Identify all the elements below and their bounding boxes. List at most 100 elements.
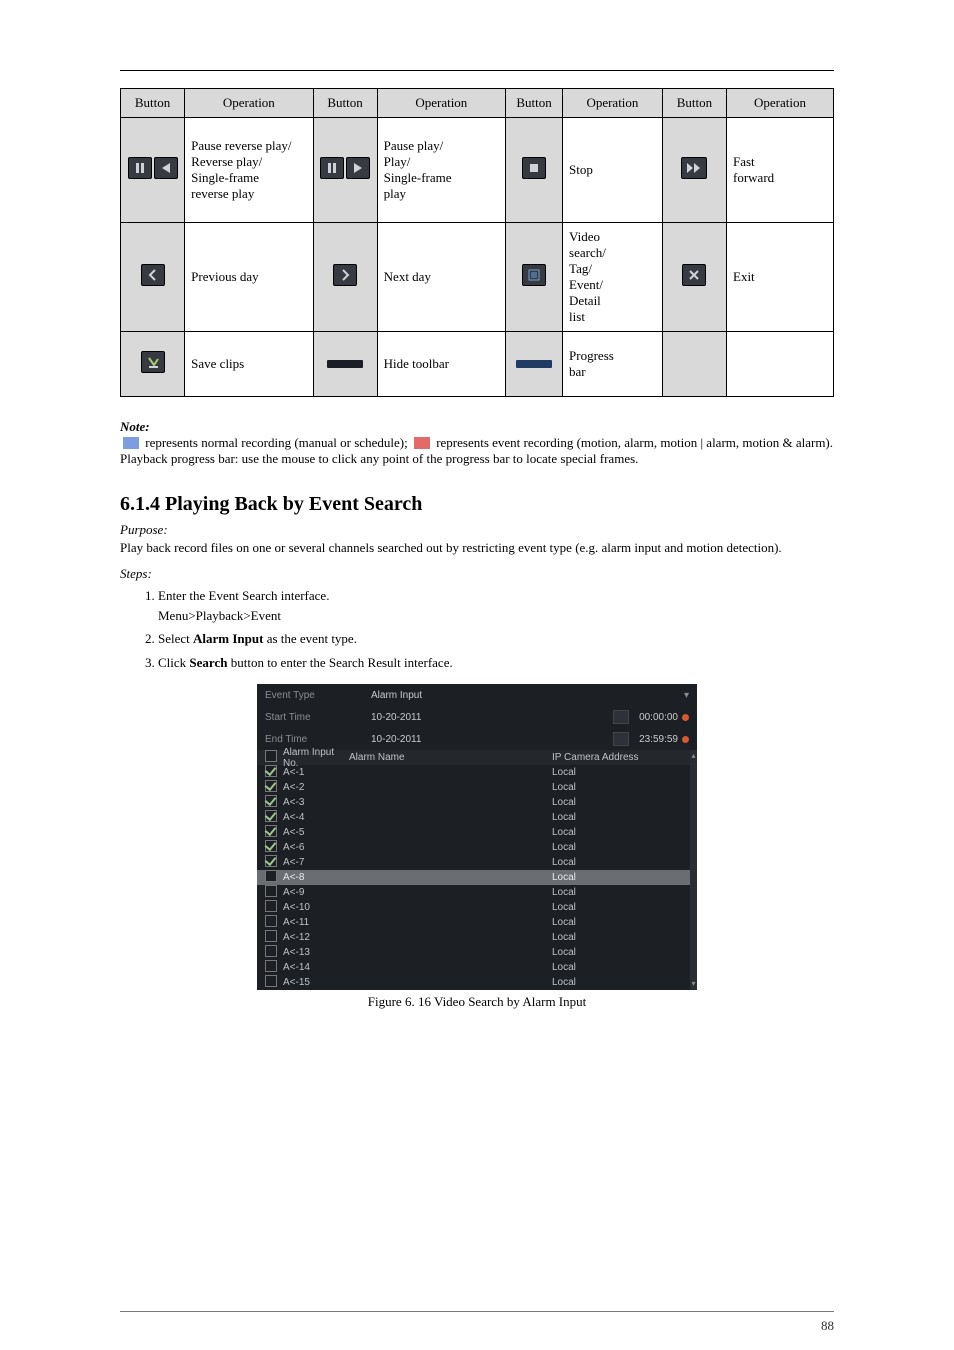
table-row[interactable]: A<-7Local [257, 855, 690, 870]
table-row[interactable]: A<-4Local [257, 810, 690, 825]
desc-detail-list: Video search/ Tag/ Event/ Detail list [563, 223, 663, 332]
note-block: Note: represents normal recording (manua… [120, 419, 834, 467]
row-checkbox[interactable] [265, 915, 277, 927]
row-checkbox[interactable] [265, 930, 277, 942]
table-row[interactable]: A<-15Local [257, 975, 690, 990]
ffwd-icon-cell [662, 118, 726, 223]
row-checkbox[interactable] [265, 960, 277, 972]
start-time-label: Start Time [265, 712, 365, 723]
chevron-left-icon[interactable] [141, 264, 165, 286]
alarm-table-header: Alarm Input No. Alarm Name IP Camera Add… [257, 750, 690, 765]
row-checkbox[interactable] [265, 825, 277, 837]
reverse-play-icon[interactable] [154, 157, 178, 179]
desc-progress-bar: Progress bar [563, 332, 663, 397]
ip-address: Local [552, 827, 682, 838]
event-type-value: Alarm Input [371, 690, 422, 701]
calendar-icon[interactable] [613, 710, 629, 724]
clock-icon[interactable] [682, 736, 689, 743]
note-label: Note: [120, 419, 150, 434]
select-all-checkbox[interactable] [265, 750, 277, 762]
row-checkbox[interactable] [265, 945, 277, 957]
step-1-menu-path: Menu>Playback>Event [158, 608, 281, 623]
ip-address: Local [552, 857, 682, 868]
pause-icon[interactable] [128, 157, 152, 179]
table-row[interactable]: A<-2 Local [257, 780, 690, 795]
ip-address: Local [552, 782, 682, 793]
fast-forward-icon[interactable] [681, 157, 707, 179]
swatch-normal-icon [123, 437, 139, 449]
alarm-no: A<-2 [283, 782, 343, 793]
th-op-1: Operation [185, 89, 313, 118]
section-heading: 6.1.4 Playing Back by Event Search [120, 493, 834, 516]
col-ip: IP Camera Address [552, 752, 682, 763]
scrollbar[interactable]: ▴ ▾ [690, 750, 697, 990]
steps-list: Enter the Event Search interface.Menu>Pl… [120, 586, 834, 672]
play-icon[interactable] [346, 157, 370, 179]
row-checkbox[interactable] [265, 885, 277, 897]
calendar-icon[interactable] [613, 732, 629, 746]
row-checkbox[interactable] [265, 795, 277, 807]
desc-pause-play: Pause play/ Play/ Single-frame play [377, 118, 505, 223]
progress-bar-icon[interactable] [516, 360, 552, 368]
table-row[interactable]: A<-1Local [257, 765, 690, 780]
alarm-no: A<-4 [283, 812, 343, 823]
exit-icon-cell [662, 223, 726, 332]
chevron-down-icon[interactable]: ▾ [684, 690, 689, 701]
table-row[interactable]: A<-3Local [257, 795, 690, 810]
alarm-no: A<-15 [283, 977, 343, 988]
chevron-right-icon[interactable] [333, 264, 357, 286]
table-row[interactable]: A<-12 Local [257, 930, 690, 945]
row-checkbox[interactable] [265, 765, 277, 777]
th-op-4: Operation [727, 89, 834, 118]
event-type-row[interactable]: Event Type Alarm Input ▾ [257, 684, 697, 706]
desc-empty [727, 332, 834, 397]
scroll-up-icon[interactable]: ▴ [691, 752, 695, 760]
table-row[interactable]: A<-9Local [257, 885, 690, 900]
step-3: Click Search button to enter the Search … [158, 653, 834, 673]
desc-next-day: Next day [377, 223, 505, 332]
table-row[interactable]: A<-5 Local [257, 825, 690, 840]
stop-icon[interactable] [522, 157, 546, 179]
alarm-no: A<-11 [283, 917, 343, 928]
table-row[interactable]: A<-10Local [257, 900, 690, 915]
empty-icon-cell [662, 332, 726, 397]
alarm-no: A<-9 [283, 887, 343, 898]
start-time-row[interactable]: Start Time 10-20-2011 00:00:00 [257, 706, 697, 728]
table-row[interactable]: A<-14Local [257, 960, 690, 975]
th-button-3: Button [506, 89, 563, 118]
desc-save-clips: Save clips [185, 332, 313, 397]
row-checkbox[interactable] [265, 840, 277, 852]
ip-address: Local [552, 842, 682, 853]
note-line-2: Playback progress bar: use the mouse to … [120, 451, 638, 466]
col-alarm-no: Alarm Input No. [283, 747, 343, 769]
alarm-no: A<-1 [283, 767, 343, 778]
close-icon[interactable] [682, 264, 706, 286]
clock-icon[interactable] [682, 714, 689, 721]
row-checkbox[interactable] [265, 900, 277, 912]
row-checkbox[interactable] [265, 870, 277, 882]
progress-bar-icon-cell [506, 332, 563, 397]
steps-label: Steps: [120, 566, 834, 582]
row-checkbox[interactable] [265, 855, 277, 867]
row-checkbox[interactable] [265, 780, 277, 792]
list-icon[interactable] [522, 264, 546, 286]
toolbar-bar-icon[interactable] [327, 360, 363, 368]
end-time-value: 23:59:59 [639, 734, 678, 745]
save-clips-icon[interactable] [141, 351, 165, 373]
end-date-value: 10-20-2011 [371, 734, 421, 745]
table-row[interactable]: A<-6Local [257, 840, 690, 855]
alarm-no: A<-5 [283, 827, 343, 838]
ip-address: Local [552, 932, 682, 943]
table-row[interactable]: A<-11 Local [257, 915, 690, 930]
pause-icon[interactable] [320, 157, 344, 179]
step-2: Select Alarm Input as the event type. [158, 629, 834, 649]
ip-address: Local [552, 917, 682, 928]
row-checkbox[interactable] [265, 810, 277, 822]
alarm-no: A<-3 [283, 797, 343, 808]
row-checkbox[interactable] [265, 975, 277, 987]
alarm-no: A<-12 [283, 932, 343, 943]
th-button-4: Button [662, 89, 726, 118]
table-row[interactable]: A<-8Local [257, 870, 690, 885]
table-row[interactable]: A<-13Local [257, 945, 690, 960]
scroll-down-icon[interactable]: ▾ [691, 980, 695, 988]
